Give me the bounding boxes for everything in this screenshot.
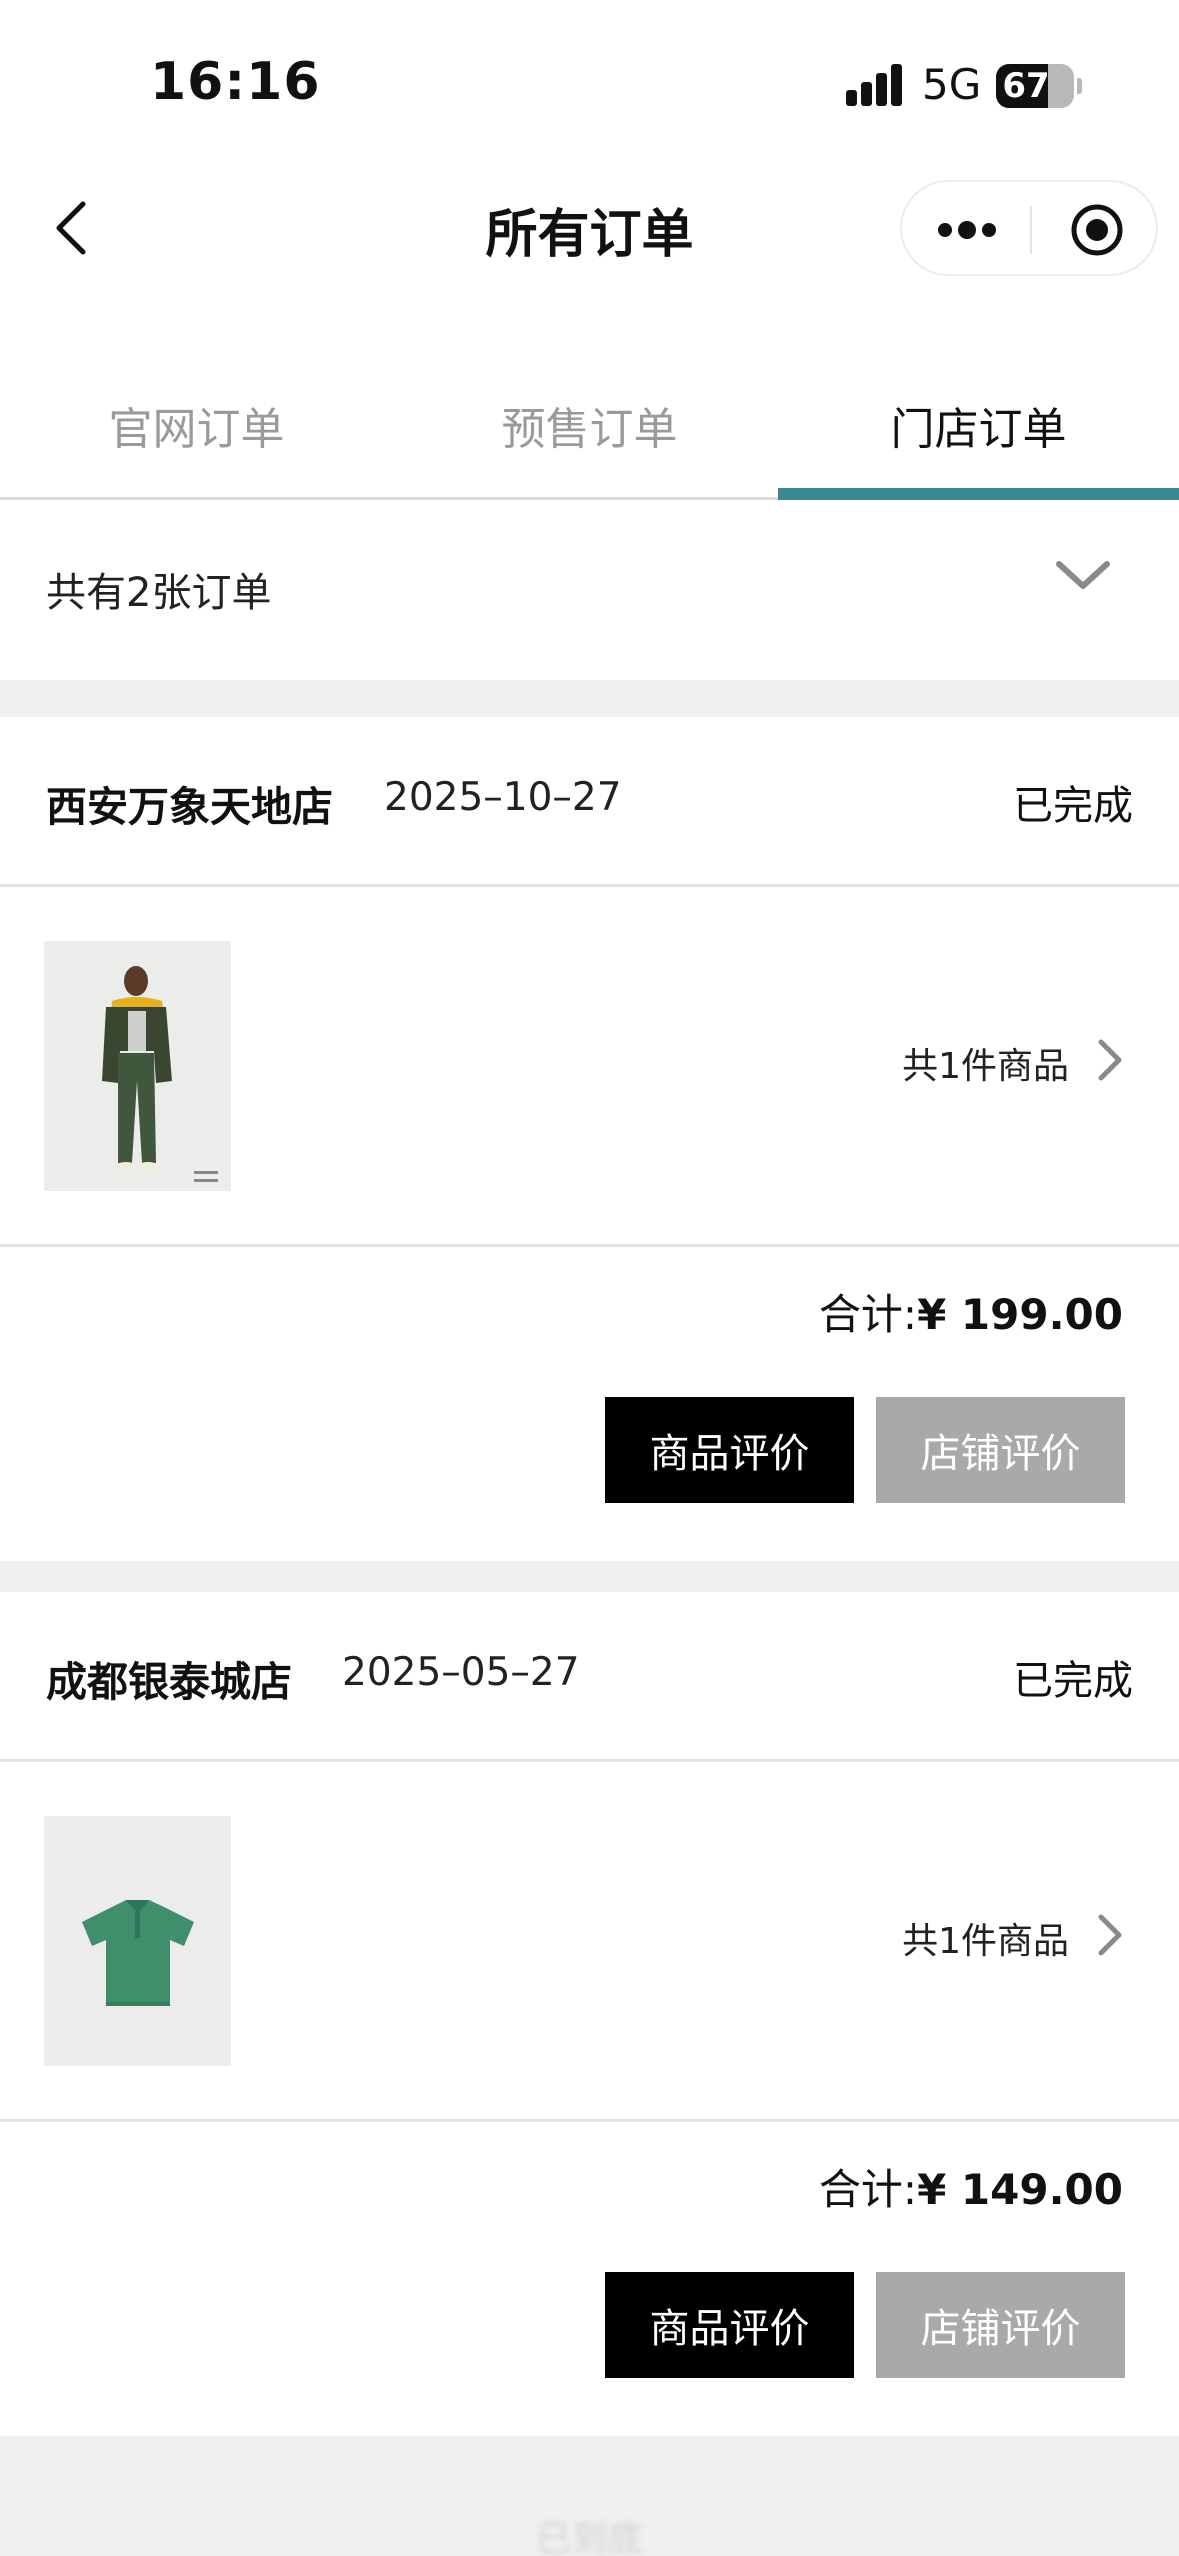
- order-count-text: 共有2张订单: [46, 570, 272, 616]
- status-time: 16:16: [150, 52, 321, 112]
- total-amount: ¥ 199.00: [917, 1290, 1123, 1339]
- review-product-button[interactable]: 商品评价: [605, 1397, 854, 1503]
- order-card: 成都银泰城店 2025–05–27 已完成 共1件商品 合计:¥ 149.00 …: [0, 1592, 1179, 2436]
- active-tab-indicator: [778, 488, 1179, 500]
- orders-page: 16:16 5G 67 所有订单 官网订单 预售订单 门店订单 共有2张订单 西…: [0, 0, 1179, 2556]
- order-card: 西安万象天地店 2025–10–27 已完成 共1件商品 合计:¥ 199.00…: [0, 717, 1179, 1561]
- item-count: 共1件商品: [902, 1921, 1069, 1962]
- total-amount: ¥ 149.00: [917, 2165, 1123, 2214]
- order-items-row[interactable]: 共1件商品: [0, 887, 1179, 1247]
- chevron-down-icon: [1056, 561, 1110, 589]
- order-header: 西安万象天地店 2025–10–27 已完成: [0, 717, 1179, 887]
- order-status: 已完成: [1013, 1658, 1133, 1704]
- total-label: 合计:: [818, 2165, 918, 2214]
- battery-level: 67: [1002, 66, 1050, 106]
- status-bar: 16:16 5G 67: [0, 0, 1179, 160]
- tab-presale-orders[interactable]: 预售订单: [393, 350, 786, 500]
- order-date: 2025–05–27: [342, 1650, 580, 1695]
- review-product-button[interactable]: 商品评价: [605, 2272, 854, 2378]
- capsule-divider: [1030, 206, 1032, 254]
- product-thumbnail: [44, 941, 231, 1191]
- order-header: 成都银泰城店 2025–05–27 已完成: [0, 1592, 1179, 1762]
- chevron-right-icon: [1098, 1914, 1122, 1956]
- total-label: 合计:: [818, 1290, 918, 1339]
- signal-icon: [846, 62, 904, 106]
- battery-tip: [1077, 78, 1082, 94]
- order-total: 合计:¥ 199.00: [819, 1281, 1123, 1342]
- store-name: 成都银泰城店: [46, 1658, 292, 1706]
- chevron-right-icon: [1098, 1039, 1122, 1081]
- product-thumbnail: [44, 1816, 231, 2066]
- tab-store-orders[interactable]: 门店订单: [778, 350, 1179, 500]
- more-button[interactable]: [932, 200, 1002, 260]
- more-dots-icon: [938, 221, 996, 239]
- product-photo-model: [44, 941, 231, 1191]
- section-gap: [0, 1561, 1179, 1592]
- order-date: 2025–10–27: [384, 775, 622, 820]
- review-store-button[interactable]: 店铺评价: [876, 2272, 1125, 2378]
- battery-icon: 67: [996, 64, 1074, 108]
- tab-official-orders[interactable]: 官网订单: [0, 350, 393, 500]
- product-photo-polo: [44, 1816, 231, 2066]
- review-store-button[interactable]: 店铺评价: [876, 1397, 1125, 1503]
- target-icon: [1071, 204, 1123, 256]
- end-of-list-hint: 已到底: [535, 2519, 644, 2556]
- miniapp-capsule: [900, 180, 1158, 276]
- order-summary-dropdown[interactable]: 共有2张订单: [0, 502, 1179, 680]
- order-total: 合计:¥ 149.00: [819, 2156, 1123, 2217]
- order-tabs: 官网订单 预售订单 门店订单: [0, 350, 1179, 500]
- store-name: 西安万象天地店: [46, 783, 333, 831]
- order-items-row[interactable]: 共1件商品: [0, 1762, 1179, 2122]
- section-gap: [0, 680, 1179, 717]
- item-count: 共1件商品: [902, 1046, 1069, 1087]
- order-status: 已完成: [1013, 783, 1133, 829]
- network-label: 5G: [922, 60, 982, 109]
- close-miniapp-button[interactable]: [1067, 200, 1127, 260]
